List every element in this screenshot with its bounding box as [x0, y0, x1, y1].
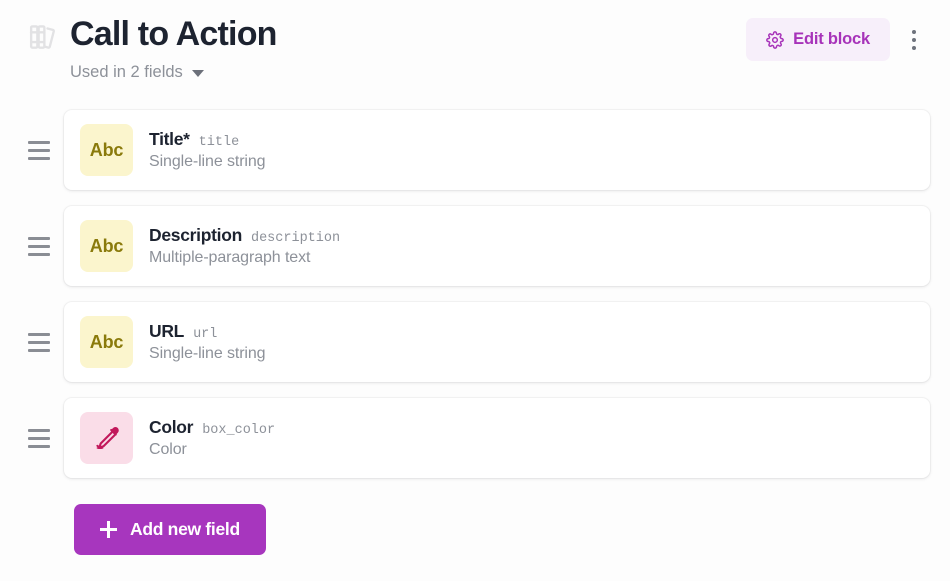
- add-new-field-label: Add new field: [130, 519, 240, 539]
- field-text: Color box_color Color: [149, 417, 275, 459]
- field-row: Abc URL url Single-line string: [28, 302, 930, 382]
- chevron-down-icon: [191, 70, 204, 78]
- field-name-row: Color box_color: [149, 417, 275, 438]
- drag-handle-bar: [28, 348, 50, 352]
- drag-handle-bar: [28, 148, 50, 152]
- plus-icon: [100, 521, 117, 538]
- add-new-field-button[interactable]: Add new field: [74, 504, 266, 555]
- field-description: Single-line string: [149, 345, 266, 362]
- edit-block-label: Edit block: [793, 30, 870, 48]
- eyedropper-icon: [93, 424, 121, 452]
- field-type-badge: Abc: [80, 220, 133, 272]
- used-in-fields-dropdown[interactable]: Used in 2 fields: [70, 63, 204, 83]
- add-field-row: Add new field: [0, 494, 950, 555]
- drag-handle-bar: [28, 140, 50, 144]
- page-header: Call to Action Used in 2 fields Edit blo…: [0, 0, 950, 96]
- header-actions: Edit block: [746, 18, 930, 62]
- drag-handle-bar: [28, 428, 50, 432]
- kebab-dot: [912, 46, 916, 50]
- drag-handle-bar: [28, 156, 50, 160]
- field-type-badge: Abc: [80, 316, 133, 368]
- field-label: Title*: [149, 129, 190, 149]
- field-type-badge-label: Abc: [89, 139, 124, 160]
- drag-handle-bar: [28, 332, 50, 336]
- drag-handle-bar: [28, 236, 50, 240]
- drag-handle-bar: [28, 436, 50, 440]
- drag-handle-icon[interactable]: [28, 332, 64, 352]
- kebab-dot: [912, 38, 916, 42]
- page-title: Call to Action: [70, 15, 277, 53]
- field-type-badge: [80, 412, 133, 464]
- kebab-menu-icon[interactable]: [898, 18, 930, 62]
- drag-handle-bar: [28, 252, 50, 256]
- field-card[interactable]: Abc URL url Single-line string: [64, 302, 930, 382]
- gear-icon: [766, 30, 785, 49]
- field-type-badge: Abc: [80, 124, 133, 176]
- field-text: Title* title Single-line string: [149, 129, 266, 171]
- field-key: box_color: [202, 423, 276, 438]
- header-row: Call to Action Used in 2 fields Edit blo…: [28, 10, 930, 83]
- used-in-fields-label: Used in 2 fields: [70, 62, 183, 81]
- field-row: Abc Title* title Single-line string: [28, 110, 930, 190]
- field-type-badge-label: Abc: [89, 331, 124, 352]
- field-name-row: Description description: [149, 225, 340, 246]
- field-description: Single-line string: [149, 153, 266, 170]
- field-key: url: [193, 327, 218, 342]
- title-column: Call to Action Used in 2 fields: [70, 10, 746, 83]
- schema-block-editor-page: Call to Action Used in 2 fields Edit blo…: [0, 0, 950, 581]
- drag-handle-icon[interactable]: [28, 236, 64, 256]
- field-name-row: URL url: [149, 321, 265, 342]
- drag-handle-icon[interactable]: [28, 140, 64, 160]
- kebab-dot: [912, 30, 916, 34]
- field-type-badge-label: Abc: [89, 235, 124, 256]
- field-name-row: Title* title: [149, 129, 265, 150]
- field-label: Color: [149, 417, 194, 437]
- field-card[interactable]: Abc Title* title Single-line string: [64, 110, 930, 190]
- field-description: Multiple-paragraph text: [149, 249, 311, 266]
- books-icon: [28, 22, 58, 52]
- field-label: URL: [149, 321, 185, 341]
- fields-list: Abc Title* title Single-line string Abc …: [0, 96, 950, 478]
- field-key: description: [250, 231, 341, 246]
- field-card[interactable]: Abc Description description Multiple-par…: [64, 206, 930, 286]
- drag-handle-bar: [28, 244, 50, 248]
- field-row: Color box_color Color: [28, 398, 930, 478]
- field-description: Color: [149, 441, 187, 458]
- field-text: URL url Single-line string: [149, 321, 266, 363]
- drag-handle-bar: [28, 444, 50, 448]
- field-card[interactable]: Color box_color Color: [64, 398, 930, 478]
- drag-handle-icon[interactable]: [28, 428, 64, 448]
- field-text: Description description Multiple-paragra…: [149, 225, 340, 267]
- field-key: title: [198, 135, 240, 150]
- field-label: Description: [149, 225, 242, 245]
- edit-block-button[interactable]: Edit block: [746, 18, 890, 61]
- field-row: Abc Description description Multiple-par…: [28, 206, 930, 286]
- drag-handle-bar: [28, 340, 50, 344]
